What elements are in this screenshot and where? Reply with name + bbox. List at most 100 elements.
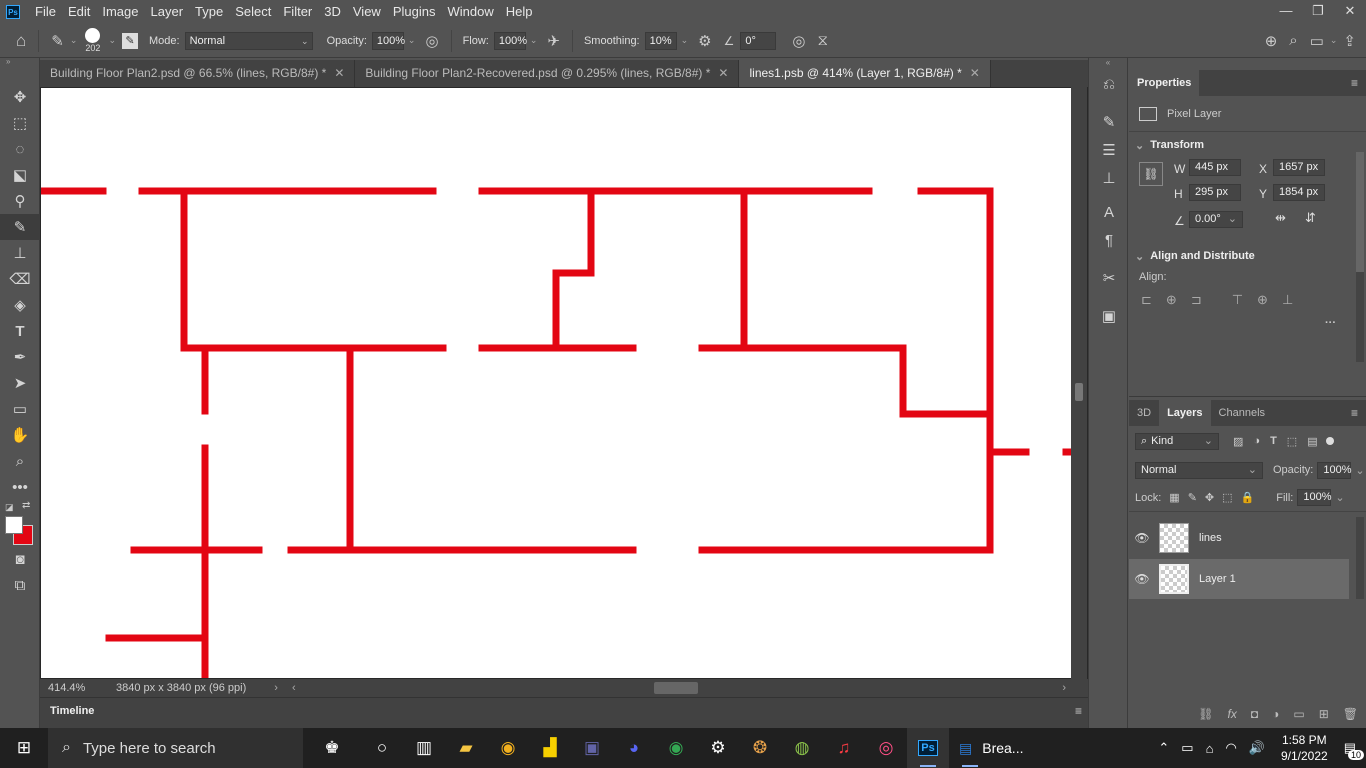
pen-tool-icon[interactable]: ✒ — [0, 344, 40, 370]
brush-size-picker[interactable]: 202 — [85, 28, 100, 53]
clone-source-icon[interactable]: ⊥ — [1089, 164, 1129, 192]
opacity-input[interactable]: 100% — [371, 31, 405, 50]
align-bottom-icon[interactable]: ⊥ — [1282, 292, 1293, 308]
object-selection-tool-icon[interactable]: ⬕ — [0, 162, 40, 188]
tab-layers[interactable]: Layers — [1159, 400, 1211, 426]
flip-vertical-icon[interactable]: ⇵ — [1305, 210, 1316, 226]
rectangle-tool-icon[interactable]: ▭ — [0, 396, 40, 422]
layers-scrollbar[interactable] — [1356, 517, 1364, 599]
timeline-tab[interactable]: Timeline — [50, 705, 94, 717]
link-layers-icon[interactable]: ⛓ — [1198, 707, 1213, 721]
marquee-tool-icon[interactable]: ⬚ — [0, 110, 40, 136]
chevron-down-icon[interactable]: ⌄ — [108, 35, 116, 46]
share-icon[interactable]: ⊕ — [1265, 32, 1278, 50]
layer-mask-icon[interactable]: ◘ — [1251, 707, 1258, 721]
itunes-icon[interactable]: ♫ — [823, 728, 865, 768]
close-icon[interactable]: ✕ — [718, 66, 728, 80]
photoshop-logo-icon[interactable]: Ps — [6, 5, 20, 19]
menu-3d[interactable]: 3D — [318, 0, 347, 24]
more-tools-icon[interactable]: ••• — [0, 474, 40, 500]
chevron-down-icon[interactable]: ⌄ — [681, 35, 689, 46]
lock-position-icon[interactable]: ✥ — [1205, 491, 1214, 504]
menu-select[interactable]: Select — [229, 0, 277, 24]
menu-help[interactable]: Help — [500, 0, 539, 24]
task-view-icon[interactable]: ▥ — [403, 728, 445, 768]
tab-channels[interactable]: Channels — [1211, 400, 1273, 426]
height-input[interactable]: 295 px — [1189, 184, 1241, 201]
move-tool-icon[interactable]: ✥ — [0, 84, 40, 110]
chevron-right-icon[interactable]: › — [1062, 682, 1066, 694]
close-icon[interactable]: ✕ — [970, 66, 980, 80]
lock-all-icon[interactable]: 🔒 — [1241, 491, 1255, 504]
angle-input[interactable]: 0° — [740, 31, 777, 50]
delete-layer-icon[interactable]: 🗑 — [1343, 707, 1358, 721]
teams-icon[interactable]: ▣ — [571, 728, 613, 768]
panel-menu-icon[interactable]: ≡ — [1351, 400, 1358, 426]
upload-icon[interactable]: ⇪ — [1343, 32, 1356, 50]
restore-button[interactable]: ❐ — [1302, 0, 1334, 22]
hand-tool-icon[interactable]: ✋ — [0, 422, 40, 448]
layer-row[interactable]: 👁 lines — [1129, 518, 1349, 558]
chrome-icon[interactable]: ◉ — [487, 728, 529, 768]
align-top-icon[interactable]: ⊤ — [1232, 292, 1243, 308]
properties-scrollbar[interactable] — [1356, 152, 1364, 362]
lock-artboard-icon[interactable]: ⬚ — [1222, 491, 1232, 504]
menu-file[interactable]: File — [29, 0, 62, 24]
menu-type[interactable]: Type — [189, 0, 229, 24]
filter-shape-icon[interactable]: ⬚ — [1287, 435, 1297, 448]
chrome-profile-icon[interactable]: ◉ — [655, 728, 697, 768]
type-tool-icon[interactable]: T — [0, 318, 40, 344]
link-icon[interactable]: ⛓ — [1139, 162, 1163, 186]
layer-filter-select[interactable]: ⌕ Kind ⌄ — [1135, 432, 1219, 450]
tab-3d[interactable]: 3D — [1129, 400, 1159, 426]
character-icon[interactable]: A — [1089, 198, 1129, 226]
cortana-icon[interactable]: ○ — [361, 728, 403, 768]
layer-row-selected[interactable]: 👁 Layer 1 — [1129, 559, 1349, 599]
discord-icon[interactable]: ◕ — [613, 728, 655, 768]
chevron-down-icon[interactable]: ⌄ — [70, 35, 78, 46]
minimize-button[interactable]: — — [1270, 0, 1302, 22]
y-input[interactable]: 1854 px — [1273, 184, 1325, 201]
chevron-left-icon[interactable]: ‹ — [292, 682, 296, 694]
width-input[interactable]: 445 px — [1189, 159, 1241, 176]
default-colors-icon[interactable]: ◪ — [5, 502, 14, 513]
chevron-right-icon[interactable]: › — [274, 682, 278, 694]
workspace-icon[interactable]: ▭ — [1310, 32, 1324, 50]
filter-type-icon[interactable]: T — [1270, 435, 1277, 447]
chevron-down-icon[interactable]: ⌄ — [1355, 464, 1364, 477]
brush-settings-icon[interactable]: ✎ — [1089, 108, 1129, 136]
layer-name[interactable]: lines — [1199, 532, 1222, 544]
chevron-down-icon[interactable]: ⌄ — [408, 35, 416, 46]
menu-view[interactable]: View — [347, 0, 387, 24]
adjustments-icon[interactable]: ☰ — [1089, 136, 1129, 164]
filter-adjustment-icon[interactable]: ◑ — [1253, 435, 1260, 447]
zoom-tool-icon[interactable]: ⌕ — [0, 448, 40, 474]
home-icon[interactable]: ⌂ — [16, 31, 26, 51]
symmetry-icon[interactable]: ⧖ — [817, 32, 828, 49]
paint-bucket-tool-icon[interactable]: ◈ — [0, 292, 40, 318]
volume-icon[interactable]: 🔊 — [1243, 740, 1271, 756]
chess-widget-icon[interactable]: ♚ — [303, 728, 361, 768]
windows-start-icon[interactable]: ⊞ — [0, 728, 48, 768]
chevron-down-icon[interactable]: ⌄ — [1335, 491, 1344, 504]
eyedropper-tool-icon[interactable]: ⚲ — [0, 188, 40, 214]
stamp-tool-icon[interactable]: ⊥ — [0, 240, 40, 266]
tab-lines1[interactable]: lines1.psb @ 414% (Layer 1, RGB/8#) * ✕ — [739, 60, 991, 87]
photoshop-taskbar-icon[interactable]: Ps — [907, 728, 949, 768]
new-layer-icon[interactable]: ⊞ — [1319, 707, 1329, 721]
lasso-tool-icon[interactable]: ◌ — [0, 136, 40, 162]
layer-opacity-input[interactable]: 100% — [1317, 461, 1352, 479]
search-icon[interactable]: ⌕ — [1289, 32, 1297, 49]
gear-icon[interactable]: ⚙ — [698, 32, 711, 50]
path-selection-tool-icon[interactable]: ➤ — [0, 370, 40, 396]
network-icon[interactable]: ⌂ — [1200, 741, 1220, 756]
history-icon[interactable]: ⎌ — [1089, 70, 1129, 98]
pressure-size-icon[interactable]: ◎ — [792, 32, 805, 50]
new-group-icon[interactable]: ▭ — [1293, 707, 1304, 721]
lock-transparent-icon[interactable]: ▦ — [1169, 491, 1179, 504]
pressure-opacity-icon[interactable]: ◎ — [425, 32, 438, 50]
menu-edit[interactable]: Edit — [62, 0, 96, 24]
layer-name[interactable]: Layer 1 — [1199, 573, 1236, 585]
flip-horizontal-icon[interactable]: ⇹ — [1275, 210, 1286, 226]
foreground-color-swatch[interactable] — [5, 516, 23, 534]
